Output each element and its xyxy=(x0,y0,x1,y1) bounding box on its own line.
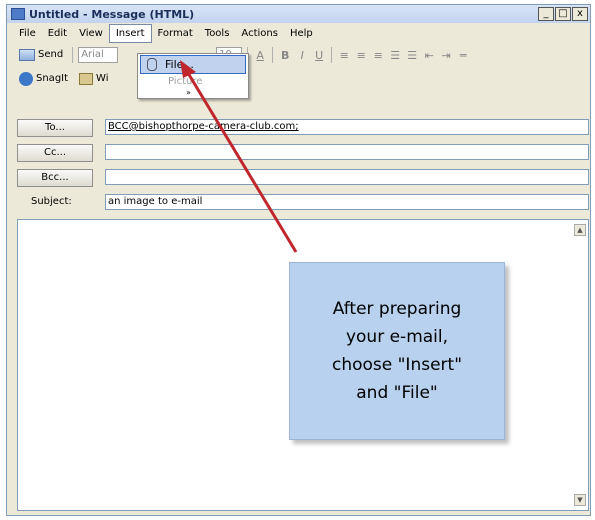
pointer-arrow-line xyxy=(186,72,298,253)
arrow-overlay xyxy=(180,60,298,253)
pointer-arrow-head xyxy=(180,60,196,78)
